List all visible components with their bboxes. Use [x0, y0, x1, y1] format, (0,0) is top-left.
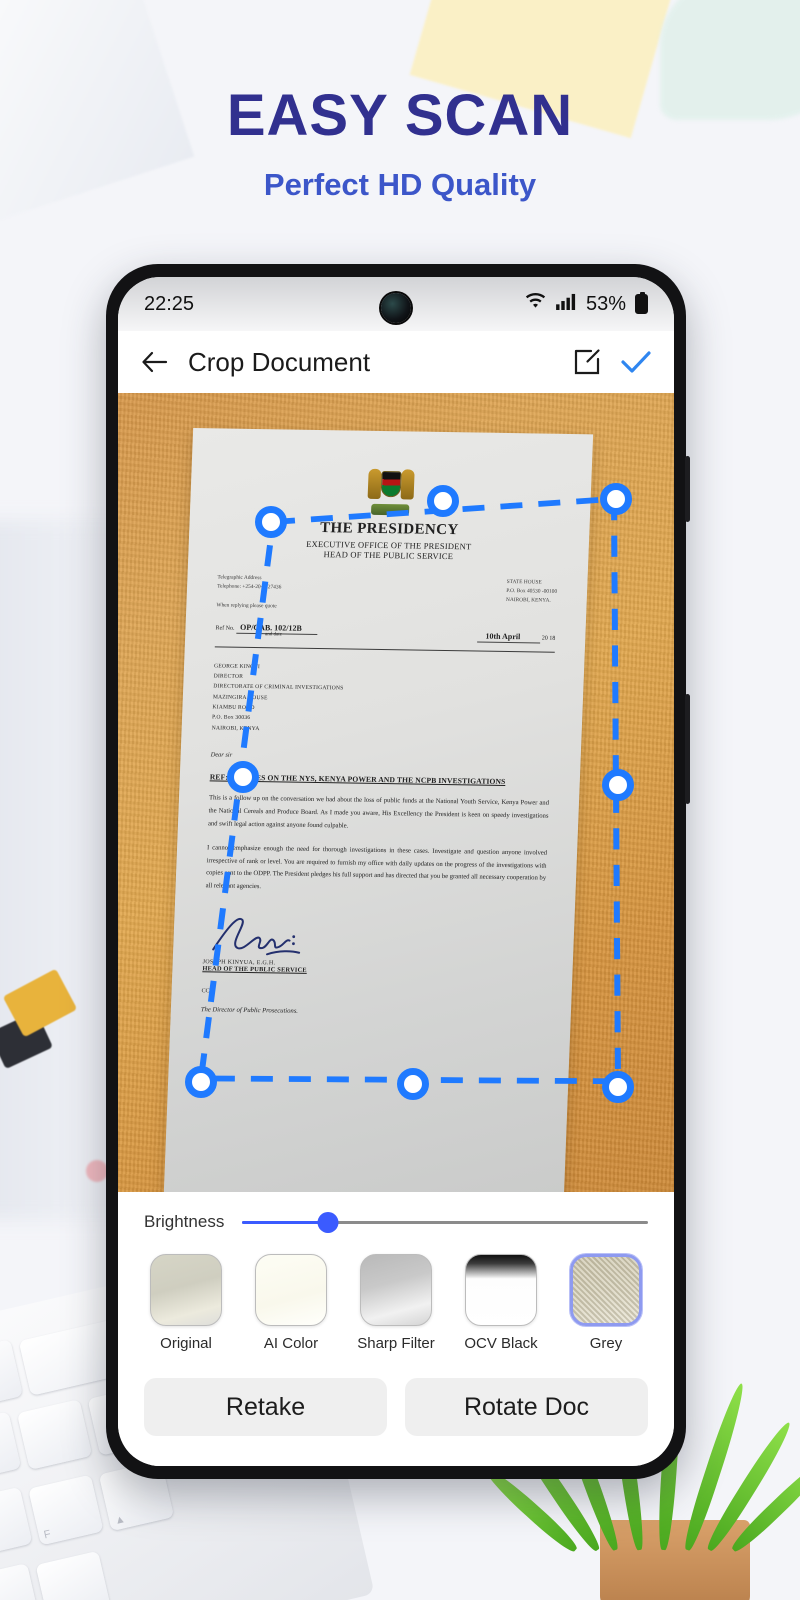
crop-handle-top-right[interactable] [599, 483, 632, 516]
brightness-row: Brightness [118, 1206, 674, 1233]
document-paragraph-1: This is a follow up on the conversation … [207, 794, 550, 830]
filter-list: Original AI Color Sharp Filter OCV Black… [118, 1232, 674, 1352]
checkmark-icon[interactable] [620, 348, 652, 376]
filter-thumbnail [360, 1254, 432, 1326]
phone-screen: 22:25 53% Crop Document THE PRESIDENCY E… [118, 277, 674, 1466]
kenya-coat-of-arms-icon [367, 463, 415, 516]
status-time: 22:25 [144, 292, 195, 315]
filter-item-sharp-filter[interactable]: Sharp Filter [354, 1254, 438, 1352]
slider-track-fill [242, 1220, 328, 1224]
document-cc-label: CC:- [201, 988, 214, 995]
retake-button[interactable]: Retake [144, 1378, 387, 1436]
filter-label: Original [160, 1335, 212, 1352]
rotate-doc-button[interactable]: Rotate Doc [405, 1378, 648, 1436]
page-title: EASY SCAN [226, 83, 574, 148]
front-camera-punchhole [381, 293, 411, 323]
document-date-value: 10th April [477, 631, 541, 644]
action-buttons: Retake Rotate Doc [118, 1352, 674, 1466]
document-divider [214, 646, 555, 653]
document-paragraph-2: I cannot emphasize enough the need for t… [205, 844, 548, 891]
filter-item-ocv-black[interactable]: OCV Black [459, 1254, 543, 1352]
filter-thumbnail [465, 1254, 537, 1326]
wifi-icon [524, 292, 547, 316]
document-ref-label: Ref No. [215, 625, 235, 632]
document-date-suffix: 20 18 [541, 635, 556, 642]
cellular-signal-icon [556, 293, 577, 316]
document-cc-value: The Director of Public Prosecutions. [200, 1006, 299, 1015]
document-address-right: STATE HOUSE P.O. Box 40530 -00100 NAIROB… [505, 578, 558, 605]
filter-item-original[interactable]: Original [144, 1254, 228, 1352]
promo-headline: EASY SCAN Perfect HD Quality [0, 83, 800, 203]
filter-label: Sharp Filter [357, 1335, 435, 1352]
filter-label: OCV Black [464, 1335, 538, 1352]
camera-preview[interactable]: THE PRESIDENCY EXECUTIVE OFFICE OF THE P… [118, 393, 674, 1192]
battery-percent: 53% [585, 292, 626, 315]
filter-item-grey[interactable]: Grey [564, 1254, 648, 1352]
filter-item-ai-color[interactable]: AI Color [249, 1254, 333, 1352]
brightness-label: Brightness [144, 1212, 225, 1231]
battery-icon [635, 292, 648, 314]
phone-mockup: 22:25 53% Crop Document THE PRESIDENCY E… [106, 264, 690, 1479]
page-subtitle: Perfect HD Quality [263, 166, 537, 202]
slider-thumb[interactable] [317, 1211, 339, 1233]
document-signature-icon [203, 913, 545, 964]
crop-handle-bottom-left[interactable] [185, 1065, 218, 1098]
filter-label: AI Color [263, 1335, 319, 1352]
app-bar-title: Crop Document [188, 346, 371, 377]
arrow-left-icon[interactable] [140, 349, 170, 375]
document-recipient: GEORGE KINOTI DIRECTOR DIRECTORATE OF CR… [211, 663, 344, 732]
status-bar: 22:25 53% [118, 277, 674, 331]
filter-thumbnail [570, 1254, 642, 1326]
document-salutation: Dear sir [210, 751, 233, 759]
document-contact-left: Telegraphic Address Telephone: +254-20-2… [216, 574, 282, 609]
square-pen-edit-icon[interactable] [572, 347, 602, 377]
filter-label: Grey [589, 1335, 623, 1352]
filter-thumbnail [255, 1254, 327, 1326]
crop-handle-mid-right[interactable] [602, 768, 635, 801]
editor-panel: Brightness Original AI Color Sharp Filte… [118, 1192, 674, 1466]
document-subject: REF: UPDATES ON THE NYS, KENYA POWER AND… [209, 772, 506, 787]
crop-handle-bottom-right[interactable] [602, 1070, 635, 1103]
filter-thumbnail [150, 1254, 222, 1326]
crop-handle-bottom-center[interactable] [396, 1068, 429, 1101]
crop-handle-top-center[interactable] [427, 484, 460, 517]
scanned-document: THE PRESIDENCY EXECUTIVE OFFICE OF THE P… [162, 428, 594, 1192]
brightness-slider[interactable] [242, 1211, 648, 1233]
app-bar: Crop Document [118, 331, 674, 393]
crop-handle-mid-left[interactable] [227, 760, 260, 793]
crop-handle-top-left[interactable] [254, 506, 287, 539]
background-pink-dot [86, 1160, 108, 1182]
